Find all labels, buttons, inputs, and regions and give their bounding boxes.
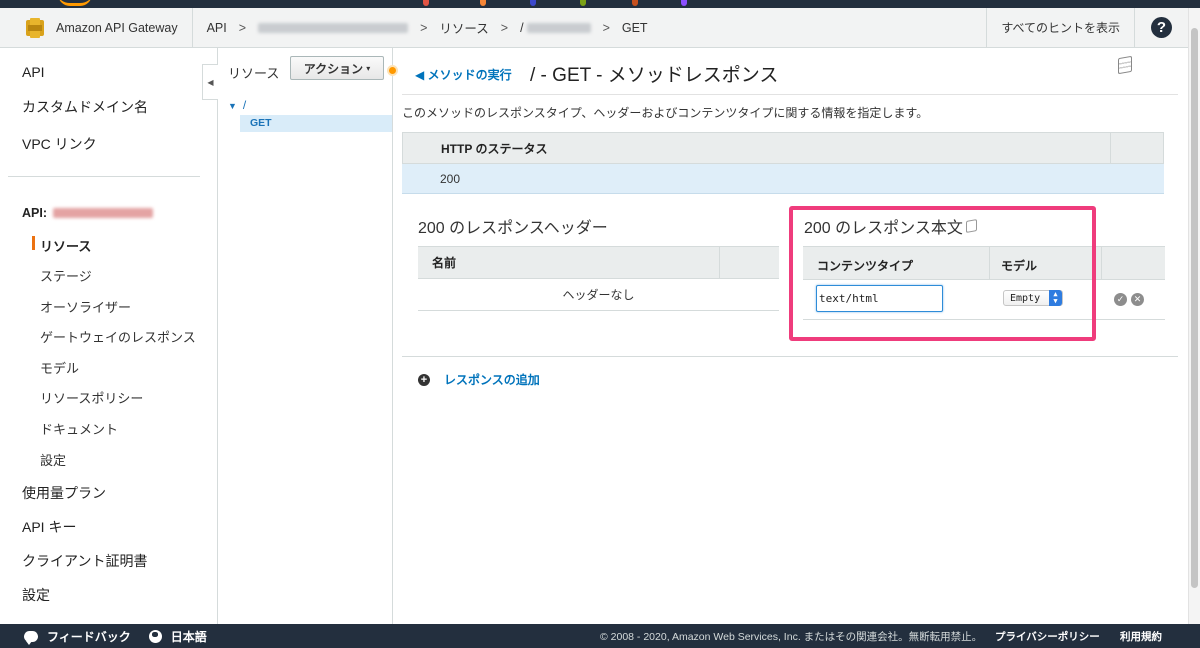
globe-icon (148, 629, 162, 643)
caret-down-icon: ▾ (366, 63, 371, 73)
response-headers-title: 200 のレスポンスヘッダー (418, 220, 608, 237)
plus-icon: + (418, 373, 430, 386)
service-shortcut-icon[interactable] (423, 0, 429, 6)
speech-bubble-icon (24, 630, 38, 645)
api-gateway-icon (26, 17, 44, 38)
nav-item-stages[interactable]: ステージ (40, 266, 92, 285)
breadcrumb-method[interactable]: GET (622, 21, 648, 35)
nav-item-api-keys[interactable]: API キー (22, 517, 76, 537)
resource-tree-panel: ◀ リソース アクション ▾ ▼ / GET (202, 48, 398, 624)
model-select[interactable]: Empty ▲ ▼ (1003, 290, 1063, 306)
service-shortcut-icon[interactable] (580, 0, 586, 6)
nav-item-client-certificates[interactable]: クライアント証明書 (22, 551, 147, 571)
current-api-label: API: (22, 206, 153, 220)
response-body-row: Empty▲▼ ✓ ✕ (803, 280, 1165, 320)
documentation-book-icon[interactable] (965, 219, 977, 233)
add-response-link[interactable]: + レスポンスの追加 (418, 371, 540, 388)
nav-item-vpc-link[interactable]: VPC リンク (22, 134, 97, 154)
left-navigation: API カスタムドメイン名 VPC リンク API: リソース ステージ オーソ… (0, 48, 218, 624)
content-type-input[interactable] (816, 285, 943, 312)
service-shortcut-icon[interactable] (530, 0, 536, 6)
status-column-header: HTTP のステータス (402, 132, 1164, 164)
service-name: Amazon API Gateway (56, 20, 178, 35)
no-headers-message: ヘッダーなし (418, 279, 779, 311)
help-button[interactable]: ? (1134, 8, 1188, 47)
breadcrumb: API > > リソース > / > GET (193, 18, 987, 37)
console-top-strip (0, 0, 1200, 8)
service-shortcut-icon[interactable] (480, 0, 486, 6)
breadcrumb-api[interactable]: API (207, 21, 227, 35)
select-arrows-icon: ▲ ▼ (1049, 290, 1062, 306)
response-body-table: コンテンツタイプ モデル Empty▲▼ ✓ ✕ (803, 246, 1165, 320)
confirm-check-icon[interactable]: ✓ (1114, 293, 1127, 306)
page-scrollbar[interactable] (1188, 8, 1200, 624)
nav-item-global-settings[interactable]: 設定 (22, 585, 50, 605)
page-title: / - GET - メソッドレスポンス (530, 65, 779, 86)
main-content: ◀ メソッドの実行 / - GET - メソッドレスポンス このメソッドのレスポ… (394, 48, 1188, 624)
page-description: このメソッドのレスポンスタイプ、ヘッダーおよびコンテンツタイプに関する情報を指定… (402, 106, 929, 120)
service-shortcut-icon[interactable] (681, 0, 687, 6)
feedback-button[interactable]: フィードバック (24, 628, 131, 645)
header-name-column: 名前 (432, 256, 457, 270)
back-arrow-icon: ◀ (415, 68, 425, 82)
privacy-policy-link[interactable]: プライバシーポリシー (995, 629, 1100, 644)
aws-logo-icon[interactable] (58, 0, 92, 6)
nav-divider (8, 176, 200, 177)
nav-item-usage-plans[interactable]: 使用量プラン (22, 483, 106, 503)
nav-item-gateway-responses[interactable]: ゲートウェイのレスポンス (40, 327, 196, 346)
nav-item-custom-domain[interactable]: カスタムドメイン名 (22, 97, 148, 117)
service-header[interactable]: Amazon API Gateway (0, 8, 193, 47)
response-headers-table: 名前 ヘッダーなし (418, 246, 779, 311)
help-icon: ? (1151, 17, 1172, 38)
nav-item-resource-policy[interactable]: リソースポリシー (40, 388, 143, 407)
nav-item-documentation[interactable]: ドキュメント (40, 419, 118, 438)
tree-item-root[interactable]: ▼ / (228, 98, 246, 112)
redacted-resource-path[interactable] (526, 22, 591, 33)
nav-item-settings[interactable]: 設定 (40, 450, 66, 469)
breadcrumb-bar: Amazon API Gateway API > > リソース > / > GE… (0, 8, 1188, 48)
service-shortcut-icon[interactable] (632, 0, 638, 6)
active-indicator (32, 236, 35, 250)
model-column: モデル (1001, 259, 1038, 273)
resources-title: リソース (228, 66, 280, 81)
breadcrumb-resource-prefix: / (520, 20, 524, 35)
copyright-text: © 2008 - 2020, Amazon Web Services, Inc.… (600, 630, 983, 643)
tree-item-get-method[interactable]: GET (240, 115, 392, 132)
redacted-api-name (53, 208, 153, 218)
nav-item-models[interactable]: モデル (40, 358, 79, 377)
collapse-nav-button[interactable]: ◀ (202, 64, 218, 100)
expand-icon: ▼ (228, 101, 237, 111)
status-row-200[interactable]: 200 (402, 164, 1164, 194)
cancel-x-icon[interactable]: ✕ (1131, 293, 1144, 306)
terms-link[interactable]: 利用規約 (1120, 629, 1162, 644)
nav-item-resources[interactable]: リソース (40, 236, 91, 255)
breadcrumb-resources[interactable]: リソース (439, 18, 488, 37)
console-footer: フィードバック 日本語 © 2008 - 2020, Amazon Web Se… (0, 624, 1200, 648)
response-body-title: 200 のレスポンス本文 (804, 214, 977, 238)
documentation-book-icon[interactable] (1118, 55, 1132, 75)
actions-dropdown[interactable]: アクション ▾ (290, 56, 384, 80)
http-status-table: HTTP のステータス 200 (402, 132, 1164, 194)
nav-item-authorizers[interactable]: オーソライザー (40, 297, 131, 316)
language-selector[interactable]: 日本語 (148, 628, 207, 645)
redacted-api-name[interactable] (258, 22, 409, 33)
show-all-hints-button[interactable]: すべてのヒントを表示 (986, 8, 1134, 47)
content-type-column: コンテンツタイプ (817, 259, 914, 273)
back-to-method-execution-link[interactable]: ◀ メソッドの実行 (415, 66, 512, 83)
nav-item-api[interactable]: API (22, 64, 45, 80)
